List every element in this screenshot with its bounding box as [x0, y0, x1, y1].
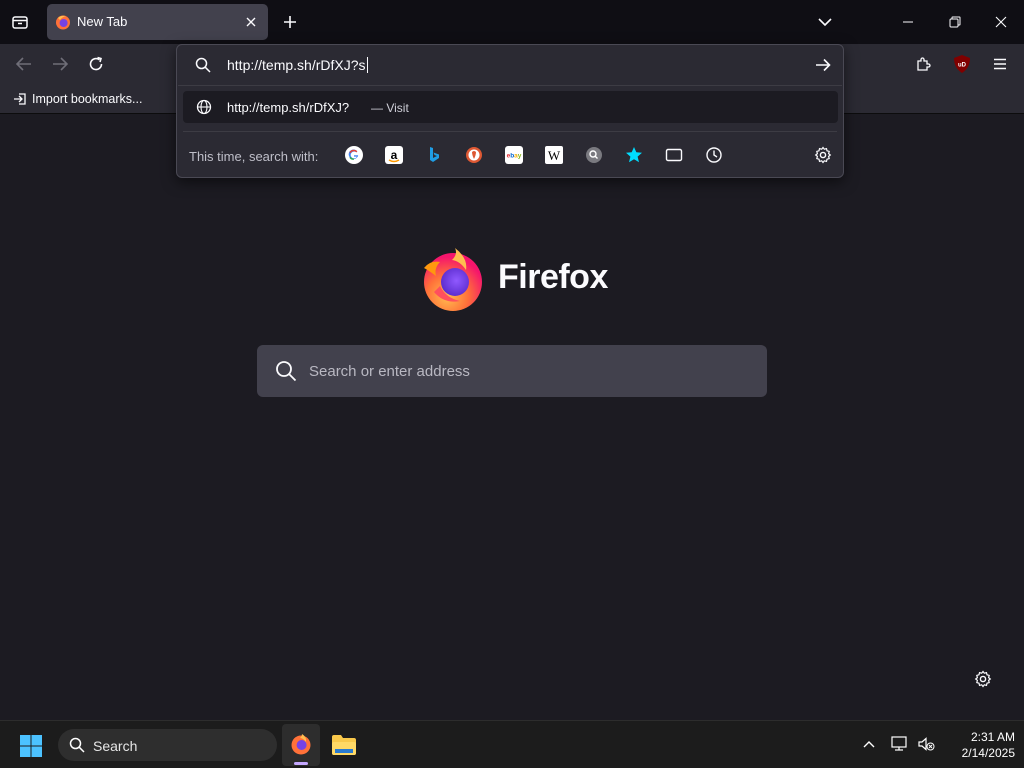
close-tab-button[interactable]: [243, 14, 259, 30]
taskbar-search-box[interactable]: Search: [58, 729, 277, 761]
clock-button[interactable]: 2:31 AM 2/14/2025: [935, 721, 1020, 768]
app-menu-button[interactable]: [990, 54, 1010, 74]
tab-strip: New Tab: [0, 0, 1024, 44]
newtab-settings-button[interactable]: [972, 668, 994, 690]
forward-button[interactable]: [50, 54, 70, 74]
globe-icon: [196, 99, 212, 115]
plus-icon: [284, 16, 296, 28]
amazon-icon[interactable]: a: [384, 145, 404, 165]
search-placeholder: Search or enter address: [309, 363, 470, 380]
tab-new-tab[interactable]: New Tab: [47, 4, 268, 40]
back-button[interactable]: [14, 54, 34, 74]
clock-date: 2/14/2025: [961, 746, 1015, 760]
import-bookmarks-label: Import bookmarks...: [32, 92, 143, 106]
puzzle-piece-icon: [917, 57, 931, 71]
show-hidden-icons-button[interactable]: [860, 735, 878, 753]
hamburger-menu-icon: [994, 58, 1006, 70]
taskbar-search-label: Search: [93, 738, 138, 754]
history-icon[interactable]: [704, 145, 724, 165]
urlbar-value: http://temp.sh/rDfXJ?s: [227, 57, 366, 73]
svg-text:W: W: [548, 148, 561, 163]
duckduckgo-icon[interactable]: [464, 145, 484, 165]
google-icon[interactable]: [344, 145, 364, 165]
url-suggestion-row[interactable]: http://temp.sh/rDfXJ? — Visit: [183, 91, 838, 123]
firefox-favicon-icon: [55, 14, 71, 30]
volume-muted-icon: [918, 737, 935, 751]
list-all-tabs-button[interactable]: [8, 11, 32, 33]
firefox-icon: [290, 733, 312, 755]
firefox-logo-icon: [420, 246, 486, 312]
ebay-icon[interactable]: ebay: [504, 145, 524, 165]
urlbar-popup: http://temp.sh/rDfXJ?s http://temp.sh/rD…: [176, 44, 844, 178]
restore-icon: [949, 16, 961, 28]
minimize-icon: [903, 21, 913, 23]
svg-text:uD: uD: [958, 63, 967, 69]
windows-logo-icon: [20, 735, 42, 757]
import-icon: [13, 92, 27, 106]
network-icon: [891, 736, 907, 751]
taskbar-file-explorer-button[interactable]: [330, 731, 358, 759]
extensions-button[interactable]: [914, 54, 934, 74]
close-window-button[interactable]: [991, 12, 1011, 32]
chevron-up-icon: [863, 741, 875, 748]
search-with-label: This time, search with:: [189, 149, 319, 164]
text-caret: [366, 57, 368, 73]
restore-button[interactable]: [945, 12, 965, 32]
suggestion-action: — Visit: [371, 101, 409, 115]
firefox-logo: Firefox: [420, 246, 610, 314]
search-engine-icon[interactable]: [584, 145, 604, 165]
firefox-wordmark: Firefox: [498, 258, 608, 296]
tab-manager-icon: [12, 16, 28, 29]
gear-icon: [814, 146, 832, 164]
ublock-origin-button[interactable]: uD: [951, 53, 973, 75]
list-tabs-dropdown-button[interactable]: [815, 12, 835, 32]
gear-icon: [974, 670, 992, 688]
active-app-indicator: [294, 762, 308, 765]
ublock-origin-icon: uD: [954, 55, 970, 73]
svg-text:a: a: [391, 148, 398, 162]
search-icon: [69, 737, 85, 753]
folder-icon: [332, 735, 356, 755]
taskbar: Search 2:31 AM 2/14/2025: [0, 720, 1024, 768]
import-bookmarks-button[interactable]: Import bookmarks...: [8, 85, 148, 113]
svg-text:ebay: ebay: [507, 153, 522, 160]
divider: [178, 85, 842, 86]
reload-icon: [89, 56, 103, 71]
chevron-down-icon: [818, 17, 832, 26]
minimize-button[interactable]: [898, 12, 918, 32]
reload-button[interactable]: [86, 54, 106, 74]
divider: [183, 131, 837, 132]
start-button[interactable]: [18, 733, 44, 759]
search-icon: [275, 360, 297, 382]
new-tab-button[interactable]: [280, 12, 300, 32]
arrow-right-icon: [816, 58, 831, 72]
bing-icon[interactable]: [424, 145, 444, 165]
search-icon: [195, 57, 211, 73]
urlbar-input[interactable]: http://temp.sh/rDfXJ?s: [227, 57, 368, 73]
close-icon: [246, 17, 256, 27]
taskbar-firefox-button[interactable]: [282, 724, 320, 766]
close-icon: [995, 16, 1007, 28]
tab-title: New Tab: [77, 14, 128, 29]
newtab-search-input[interactable]: Search or enter address: [257, 345, 767, 397]
suggestion-url: http://temp.sh/rDfXJ?: [227, 100, 350, 115]
go-button[interactable]: [813, 55, 833, 75]
arrow-left-icon: [16, 57, 31, 71]
clock-time: 2:31 AM: [970, 730, 1015, 744]
tabs-icon[interactable]: [664, 145, 684, 165]
network-status-button[interactable]: [890, 735, 910, 753]
arrow-right-icon: [53, 57, 68, 71]
volume-button[interactable]: [916, 735, 936, 753]
wikipedia-icon[interactable]: W: [544, 145, 564, 165]
search-settings-button[interactable]: [813, 145, 833, 165]
bookmarks-star-icon[interactable]: [624, 145, 644, 165]
